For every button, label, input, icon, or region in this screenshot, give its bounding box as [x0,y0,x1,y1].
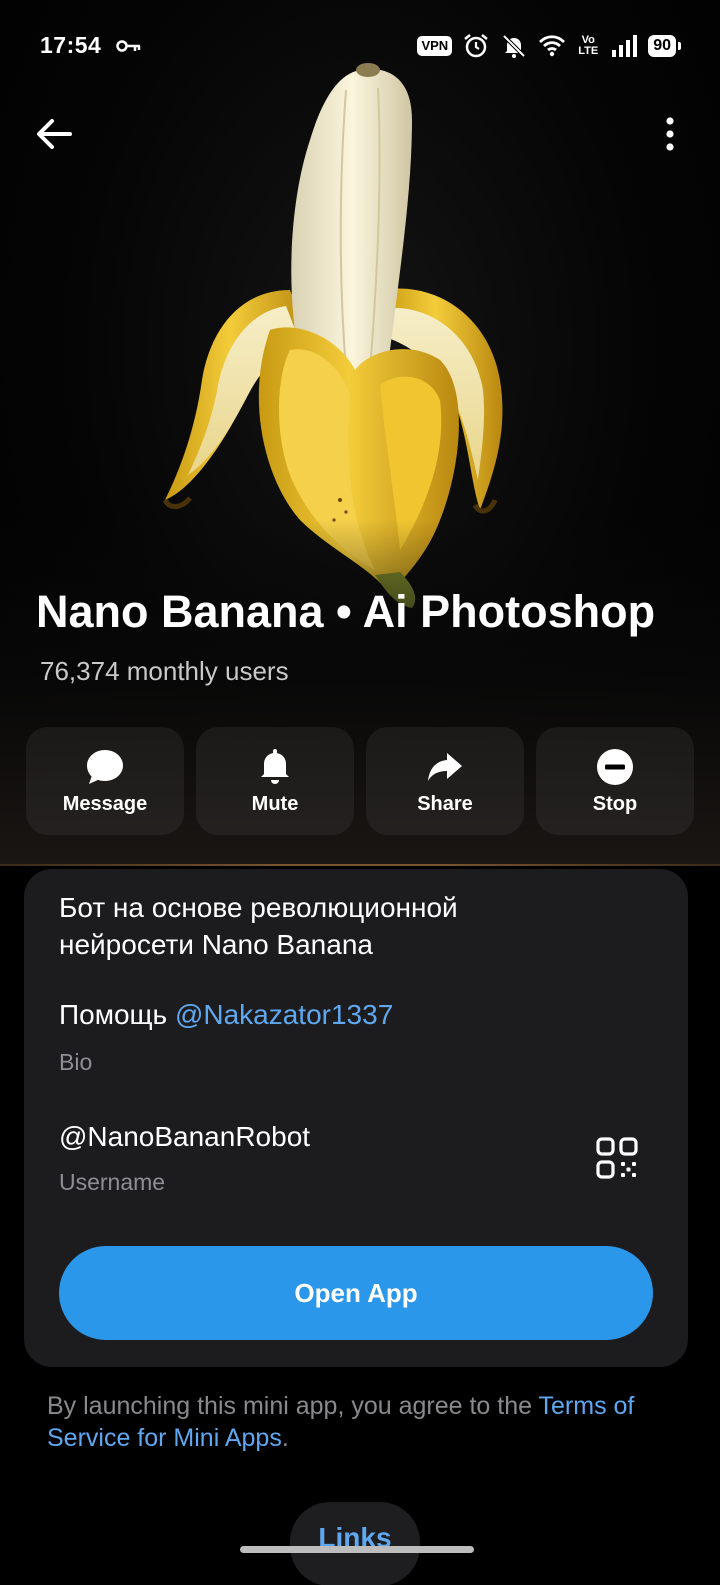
hero-divider [0,864,720,866]
mute-button[interactable]: Mute [196,727,354,835]
terms-notice: By launching this mini app, you agree to… [47,1390,677,1454]
stop-button[interactable]: Stop [536,727,694,835]
links-tab[interactable]: Links [290,1502,420,1585]
status-bar: 17:54 VPN Vo LTE 90 [0,26,720,66]
username-caption: Username [59,1169,166,1195]
monthly-users: 76,374 monthly users [40,656,289,686]
message-label: Message [62,792,148,815]
bell-off-icon [502,34,526,58]
help-prefix: Помощь [59,999,175,1030]
more-vertical-icon[interactable] [654,112,686,156]
mute-label: Mute [251,792,299,815]
bio-text: Бот на основе революционной нейросети Na… [59,889,659,963]
status-time: 17:54 [40,32,102,58]
terms-end: . [281,1424,289,1452]
qr-code-icon[interactable] [596,1137,638,1179]
share-label: Share [417,792,473,815]
volte-bottom: LTE [578,45,599,57]
wifi-icon [539,35,566,57]
vpn-badge: VPN [417,36,453,56]
open-app-button[interactable]: Open App [59,1246,653,1340]
bot-profile-screen: 17:54 VPN Vo LTE 90 Nano Banana • Ai Pho… [0,0,720,1585]
home-indicator[interactable] [240,1546,474,1553]
share-arrow-icon [428,752,462,781]
bell-icon [261,748,289,784]
volte-indicator: Vo LTE [576,35,600,57]
info-card: Бот на основе революционной нейросети Na… [24,869,688,1367]
chat-bubble-icon [87,749,123,784]
battery-indicator: 90 [648,35,681,57]
signal-icon [612,35,638,57]
username-value[interactable]: @NanoBananRobot [59,1121,310,1153]
bio-line-1: Бот на основе революционной [59,892,458,923]
bot-name: Nano Banana • Ai Photoshop [36,586,656,637]
stop-label: Stop [592,792,638,815]
alarm-icon [464,34,488,58]
help-username-link[interactable]: @Nakazator1337 [175,999,393,1030]
terms-text: By launching this mini app, you agree to… [47,1392,539,1420]
key-icon [116,40,141,52]
arrow-left-icon[interactable] [32,112,76,156]
stop-circle-icon [597,748,633,785]
share-button[interactable]: Share [366,727,524,835]
bio-caption: Bio [59,1049,93,1075]
action-buttons: Message Mute Share Stop [26,727,694,835]
message-button[interactable]: Message [26,727,184,835]
bio-line-2: нейросети Nano Banana [59,929,373,960]
bio-help-line: Помощь @Nakazator1337 [59,999,393,1031]
